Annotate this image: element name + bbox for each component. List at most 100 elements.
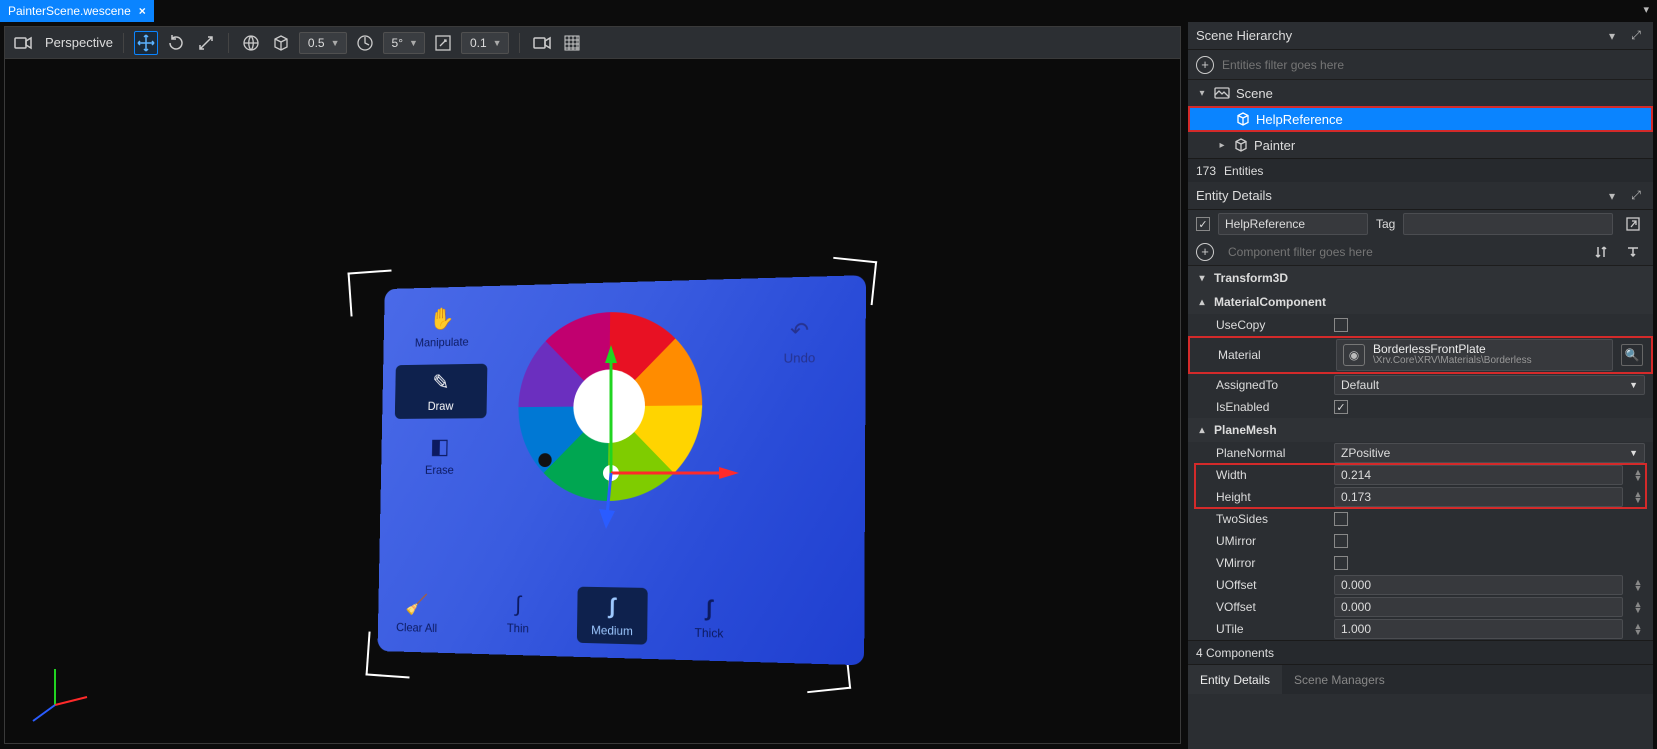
viewport-canvas[interactable]: ✋ Manipulate ✎ Draw ◧ Erase 🧹 Clear All [5,59,1180,743]
globe-icon[interactable] [239,31,263,55]
tree-scene-row[interactable]: ▾ Scene [1188,80,1653,106]
snap-move-select[interactable]: 0.5▼ [299,32,347,54]
locate-icon[interactable] [1621,212,1645,236]
camera-icon[interactable] [11,31,35,55]
hierarchy-filter-input[interactable] [1222,58,1645,72]
draw-button[interactable]: ✎ Draw [395,364,488,419]
chevron-down-icon[interactable]: ▾ [1603,187,1621,205]
thick-stroke-icon: ∫ [706,595,712,622]
tab-entity-details[interactable]: Entity Details [1188,665,1282,694]
search-icon[interactable]: 🔍 [1621,344,1643,366]
details-header: Entity Details ▾ ⤢ [1188,182,1653,210]
chevron-up-icon: ▴ [1196,297,1208,308]
draw-label: Draw [428,399,454,413]
chevron-down-icon: ▾ [1196,273,1208,284]
snap-cube-icon[interactable] [269,31,293,55]
tree-painter-row[interactable]: ▸ Painter [1188,132,1653,158]
spinner-icon[interactable]: ▲▼ [1631,579,1645,591]
thin-label: Thin [507,621,529,635]
add-entity-icon[interactable]: + [1196,56,1214,74]
umirror-checkbox[interactable] [1334,534,1348,548]
chevron-down-icon[interactable]: ▾ [1643,3,1649,16]
component-filter-input[interactable] [1222,241,1581,263]
thick-label: Thick [694,626,723,641]
vmirror-checkbox[interactable] [1334,556,1348,570]
voffset-prop: VOffset ▲▼ [1188,596,1653,618]
pin-icon[interactable]: ⤢ [1627,27,1645,45]
snap-rotate-value: 5° [392,36,403,50]
isenabled-checkbox[interactable]: ✓ [1334,400,1348,414]
camera-mode-label[interactable]: Perspective [45,35,113,50]
chevron-down-icon[interactable]: ▾ [1603,27,1621,45]
sort-icon[interactable] [1589,240,1613,264]
axis-gizmo [25,657,95,727]
grid-icon[interactable] [560,31,584,55]
thin-stroke-icon: ∫ [515,591,521,617]
scale-tool-icon[interactable] [194,31,218,55]
snap-rotate-icon[interactable] [353,31,377,55]
tree-scene-label: Scene [1236,86,1273,101]
spinner-icon[interactable]: ▲▼ [1631,601,1645,613]
utile-input[interactable] [1334,619,1623,639]
tree-helpreference-row[interactable]: HelpReference [1188,106,1653,132]
transform3d-header[interactable]: ▾ Transform3D [1188,266,1653,290]
tree-item-label: HelpReference [1256,112,1343,127]
assignedto-prop: AssignedTo Default▼ [1188,374,1653,396]
snap-scale-select[interactable]: 0.1▼ [461,32,509,54]
pencil-icon: ✎ [432,370,449,395]
erase-label: Erase [425,463,454,477]
medium-button[interactable]: ∫ Medium [577,587,648,645]
material-icon: ◉ [1343,344,1365,366]
move-tool-icon[interactable] [134,31,158,55]
materialcomponent-label: MaterialComponent [1214,295,1326,309]
thin-button[interactable]: ∫ Thin [484,585,553,642]
entity-icon [1236,112,1250,126]
snap-rotate-select[interactable]: 5°▼ [383,32,425,54]
material-prop: Material ◉ BorderlessFrontPlate \Xrv.Cor… [1188,336,1653,374]
undo-button[interactable]: ↶ Undo [759,317,841,366]
expand-icon[interactable]: ▾ [1196,88,1208,99]
entity-tag-input[interactable] [1403,213,1613,235]
entity-name-input[interactable] [1218,213,1368,235]
entity-count-label: Entities [1224,164,1263,178]
manipulate-button[interactable]: ✋ Manipulate [396,300,488,356]
thick-button[interactable]: ∫ Thick [673,588,746,647]
collapse-icon[interactable] [1621,240,1645,264]
planenormal-select[interactable]: ZPositive▼ [1334,443,1645,463]
viewport: Perspective 0.5▼ 5°▼ 0.1▼ [4,26,1181,744]
planemesh-header[interactable]: ▴ PlaneMesh [1188,418,1653,442]
usecopy-prop: UseCopy [1188,314,1653,336]
entity-count: 173 [1196,164,1216,178]
spinner-icon[interactable]: ▲▼ [1631,623,1645,635]
material-path: \Xrv.Core\XRV\Materials\Borderless [1373,355,1606,367]
twosides-checkbox[interactable] [1334,512,1348,526]
uoffset-prop: UOffset ▲▼ [1188,574,1653,596]
erase-button[interactable]: ◧ Erase [394,428,487,483]
close-icon[interactable]: × [139,4,146,18]
utile-prop: UTile ▲▼ [1188,618,1653,640]
snap-scale-icon[interactable] [431,31,455,55]
camera2-icon[interactable] [530,31,554,55]
undo-icon: ↶ [790,317,809,344]
materialcomponent-header[interactable]: ▴ MaterialComponent [1188,290,1653,314]
transform3d-label: Transform3D [1214,271,1288,285]
scene-tab[interactable]: PainterScene.wescene × [0,0,154,22]
scene-tab-label: PainterScene.wescene [8,4,131,18]
color-wheel[interactable] [517,310,703,502]
usecopy-checkbox[interactable] [1334,318,1348,332]
voffset-input[interactable] [1334,597,1623,617]
medium-stroke-icon: ∫ [609,593,615,619]
entity-enabled-checkbox[interactable]: ✓ [1196,217,1210,231]
material-asset-field[interactable]: ◉ BorderlessFrontPlate \Xrv.Core\XRV\Mat… [1336,339,1613,371]
isenabled-prop: IsEnabled ✓ [1188,396,1653,418]
eraser-icon: ◧ [430,434,450,459]
right-panel: Scene Hierarchy ▾ ⤢ + ▾ Scene HelpRefere… [1188,22,1653,749]
assignedto-select[interactable]: Default▼ [1334,375,1645,395]
expand-icon[interactable]: ▸ [1216,140,1228,151]
uoffset-input[interactable] [1334,575,1623,595]
pin-icon[interactable]: ⤢ [1627,187,1645,205]
rotate-tool-icon[interactable] [164,31,188,55]
chevron-up-icon: ▴ [1196,425,1208,436]
add-component-icon[interactable]: + [1196,243,1214,261]
tab-scene-managers[interactable]: Scene Managers [1282,665,1397,694]
